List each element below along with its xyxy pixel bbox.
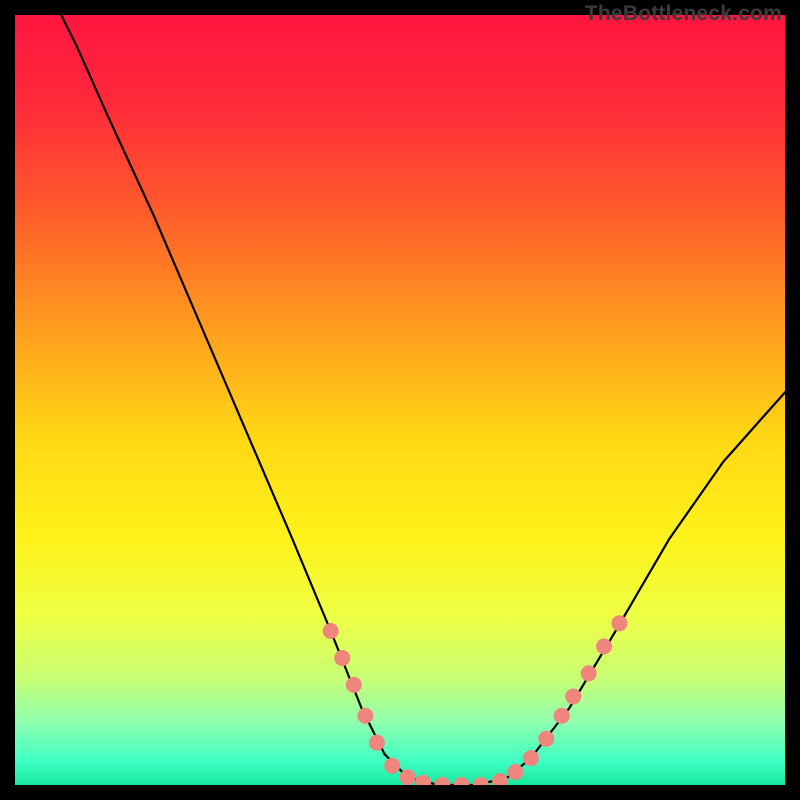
highlight-dot [323,623,339,639]
highlight-dot [400,769,416,785]
highlight-dot [554,708,570,724]
chart-frame [15,15,785,785]
attribution-label: TheBottleneck.com [585,2,782,26]
highlight-dot [611,615,627,631]
highlight-dot [508,764,524,780]
bottleneck-chart [15,15,785,785]
highlight-dot [346,677,362,693]
highlight-dot [596,638,612,654]
highlight-dot [384,758,400,774]
highlight-dot [538,731,554,747]
gradient-background [15,15,785,785]
highlight-dot [369,735,385,751]
highlight-dot [334,650,350,666]
highlight-dot [581,665,597,681]
highlight-dot [523,750,539,766]
highlight-dot [565,688,581,704]
highlight-dot [357,708,373,724]
